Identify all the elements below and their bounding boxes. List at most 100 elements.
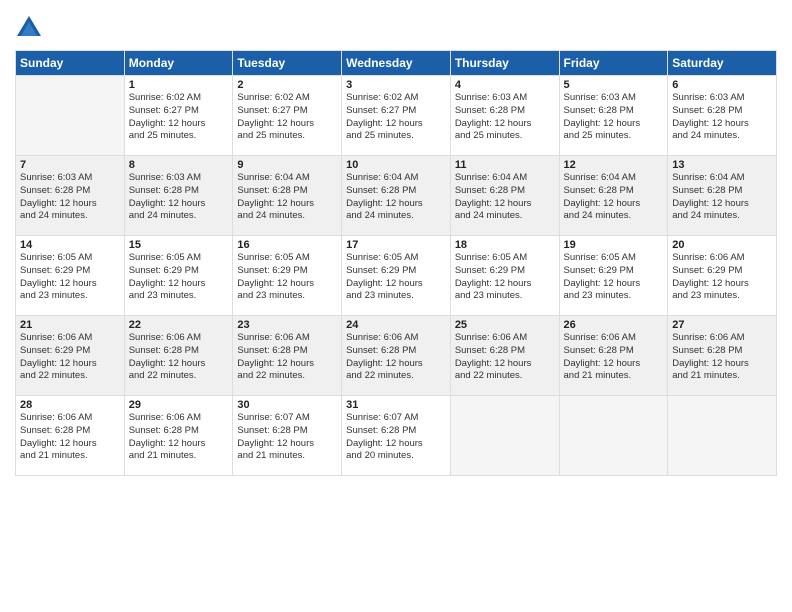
day-info: Sunrise: 6:04 AM Sunset: 6:28 PM Dayligh… — [455, 172, 555, 223]
header — [15, 10, 777, 42]
day-info: Sunrise: 6:05 AM Sunset: 6:29 PM Dayligh… — [237, 252, 337, 303]
day-number: 6 — [672, 79, 772, 91]
day-info: Sunrise: 6:06 AM Sunset: 6:28 PM Dayligh… — [20, 412, 120, 463]
weekday-saturday: Saturday — [668, 51, 777, 76]
day-number: 8 — [129, 159, 229, 171]
calendar-day-cell: 25Sunrise: 6:06 AM Sunset: 6:28 PM Dayli… — [450, 316, 559, 396]
day-number: 7 — [20, 159, 120, 171]
day-info: Sunrise: 6:06 AM Sunset: 6:29 PM Dayligh… — [672, 252, 772, 303]
day-info: Sunrise: 6:06 AM Sunset: 6:28 PM Dayligh… — [129, 412, 229, 463]
day-number: 24 — [346, 319, 446, 331]
day-info: Sunrise: 6:06 AM Sunset: 6:28 PM Dayligh… — [672, 332, 772, 383]
calendar-day-cell: 6Sunrise: 6:03 AM Sunset: 6:28 PM Daylig… — [668, 76, 777, 156]
calendar-day-cell: 2Sunrise: 6:02 AM Sunset: 6:27 PM Daylig… — [233, 76, 342, 156]
calendar-day-cell: 30Sunrise: 6:07 AM Sunset: 6:28 PM Dayli… — [233, 396, 342, 476]
calendar-week-row: 21Sunrise: 6:06 AM Sunset: 6:29 PM Dayli… — [16, 316, 777, 396]
weekday-thursday: Thursday — [450, 51, 559, 76]
day-info: Sunrise: 6:05 AM Sunset: 6:29 PM Dayligh… — [346, 252, 446, 303]
calendar-table: SundayMondayTuesdayWednesdayThursdayFrid… — [15, 50, 777, 476]
logo — [15, 14, 47, 42]
day-number: 28 — [20, 399, 120, 411]
calendar-day-cell — [668, 396, 777, 476]
day-number: 22 — [129, 319, 229, 331]
day-number: 31 — [346, 399, 446, 411]
day-number: 19 — [564, 239, 664, 251]
day-info: Sunrise: 6:03 AM Sunset: 6:28 PM Dayligh… — [455, 92, 555, 143]
day-number: 15 — [129, 239, 229, 251]
day-info: Sunrise: 6:03 AM Sunset: 6:28 PM Dayligh… — [129, 172, 229, 223]
weekday-friday: Friday — [559, 51, 668, 76]
day-info: Sunrise: 6:04 AM Sunset: 6:28 PM Dayligh… — [672, 172, 772, 223]
day-info: Sunrise: 6:07 AM Sunset: 6:28 PM Dayligh… — [237, 412, 337, 463]
day-info: Sunrise: 6:04 AM Sunset: 6:28 PM Dayligh… — [346, 172, 446, 223]
weekday-monday: Monday — [124, 51, 233, 76]
weekday-header-row: SundayMondayTuesdayWednesdayThursdayFrid… — [16, 51, 777, 76]
day-info: Sunrise: 6:06 AM Sunset: 6:28 PM Dayligh… — [455, 332, 555, 383]
day-info: Sunrise: 6:05 AM Sunset: 6:29 PM Dayligh… — [129, 252, 229, 303]
day-info: Sunrise: 6:06 AM Sunset: 6:28 PM Dayligh… — [564, 332, 664, 383]
page: SundayMondayTuesdayWednesdayThursdayFrid… — [0, 0, 792, 612]
day-info: Sunrise: 6:04 AM Sunset: 6:28 PM Dayligh… — [237, 172, 337, 223]
day-number: 13 — [672, 159, 772, 171]
day-info: Sunrise: 6:06 AM Sunset: 6:28 PM Dayligh… — [237, 332, 337, 383]
day-number: 2 — [237, 79, 337, 91]
calendar-day-cell: 23Sunrise: 6:06 AM Sunset: 6:28 PM Dayli… — [233, 316, 342, 396]
day-number: 10 — [346, 159, 446, 171]
day-number: 18 — [455, 239, 555, 251]
day-number: 27 — [672, 319, 772, 331]
day-info: Sunrise: 6:05 AM Sunset: 6:29 PM Dayligh… — [564, 252, 664, 303]
calendar-day-cell: 18Sunrise: 6:05 AM Sunset: 6:29 PM Dayli… — [450, 236, 559, 316]
day-number: 29 — [129, 399, 229, 411]
calendar-week-row: 28Sunrise: 6:06 AM Sunset: 6:28 PM Dayli… — [16, 396, 777, 476]
calendar-day-cell: 9Sunrise: 6:04 AM Sunset: 6:28 PM Daylig… — [233, 156, 342, 236]
calendar-week-row: 14Sunrise: 6:05 AM Sunset: 6:29 PM Dayli… — [16, 236, 777, 316]
calendar-day-cell: 14Sunrise: 6:05 AM Sunset: 6:29 PM Dayli… — [16, 236, 125, 316]
weekday-tuesday: Tuesday — [233, 51, 342, 76]
calendar-day-cell: 24Sunrise: 6:06 AM Sunset: 6:28 PM Dayli… — [342, 316, 451, 396]
calendar-day-cell: 13Sunrise: 6:04 AM Sunset: 6:28 PM Dayli… — [668, 156, 777, 236]
day-info: Sunrise: 6:03 AM Sunset: 6:28 PM Dayligh… — [672, 92, 772, 143]
day-number: 14 — [20, 239, 120, 251]
day-info: Sunrise: 6:02 AM Sunset: 6:27 PM Dayligh… — [129, 92, 229, 143]
calendar-day-cell: 15Sunrise: 6:05 AM Sunset: 6:29 PM Dayli… — [124, 236, 233, 316]
day-info: Sunrise: 6:06 AM Sunset: 6:28 PM Dayligh… — [346, 332, 446, 383]
day-info: Sunrise: 6:02 AM Sunset: 6:27 PM Dayligh… — [346, 92, 446, 143]
calendar-day-cell: 26Sunrise: 6:06 AM Sunset: 6:28 PM Dayli… — [559, 316, 668, 396]
calendar-day-cell: 5Sunrise: 6:03 AM Sunset: 6:28 PM Daylig… — [559, 76, 668, 156]
day-number: 17 — [346, 239, 446, 251]
calendar-day-cell: 3Sunrise: 6:02 AM Sunset: 6:27 PM Daylig… — [342, 76, 451, 156]
day-number: 30 — [237, 399, 337, 411]
calendar-week-row: 7Sunrise: 6:03 AM Sunset: 6:28 PM Daylig… — [16, 156, 777, 236]
calendar-day-cell: 1Sunrise: 6:02 AM Sunset: 6:27 PM Daylig… — [124, 76, 233, 156]
calendar-day-cell: 27Sunrise: 6:06 AM Sunset: 6:28 PM Dayli… — [668, 316, 777, 396]
calendar-day-cell: 20Sunrise: 6:06 AM Sunset: 6:29 PM Dayli… — [668, 236, 777, 316]
calendar-day-cell: 16Sunrise: 6:05 AM Sunset: 6:29 PM Dayli… — [233, 236, 342, 316]
day-info: Sunrise: 6:06 AM Sunset: 6:28 PM Dayligh… — [129, 332, 229, 383]
weekday-wednesday: Wednesday — [342, 51, 451, 76]
calendar-day-cell: 4Sunrise: 6:03 AM Sunset: 6:28 PM Daylig… — [450, 76, 559, 156]
calendar-week-row: 1Sunrise: 6:02 AM Sunset: 6:27 PM Daylig… — [16, 76, 777, 156]
calendar-day-cell: 21Sunrise: 6:06 AM Sunset: 6:29 PM Dayli… — [16, 316, 125, 396]
day-info: Sunrise: 6:06 AM Sunset: 6:29 PM Dayligh… — [20, 332, 120, 383]
day-number: 4 — [455, 79, 555, 91]
day-number: 20 — [672, 239, 772, 251]
day-info: Sunrise: 6:05 AM Sunset: 6:29 PM Dayligh… — [455, 252, 555, 303]
day-number: 12 — [564, 159, 664, 171]
calendar-day-cell: 11Sunrise: 6:04 AM Sunset: 6:28 PM Dayli… — [450, 156, 559, 236]
day-info: Sunrise: 6:05 AM Sunset: 6:29 PM Dayligh… — [20, 252, 120, 303]
calendar-day-cell: 17Sunrise: 6:05 AM Sunset: 6:29 PM Dayli… — [342, 236, 451, 316]
weekday-sunday: Sunday — [16, 51, 125, 76]
day-info: Sunrise: 6:02 AM Sunset: 6:27 PM Dayligh… — [237, 92, 337, 143]
calendar-day-cell — [16, 76, 125, 156]
calendar-day-cell: 7Sunrise: 6:03 AM Sunset: 6:28 PM Daylig… — [16, 156, 125, 236]
day-number: 3 — [346, 79, 446, 91]
day-number: 16 — [237, 239, 337, 251]
day-number: 5 — [564, 79, 664, 91]
day-info: Sunrise: 6:03 AM Sunset: 6:28 PM Dayligh… — [20, 172, 120, 223]
calendar-day-cell: 10Sunrise: 6:04 AM Sunset: 6:28 PM Dayli… — [342, 156, 451, 236]
calendar-day-cell — [559, 396, 668, 476]
calendar-day-cell: 22Sunrise: 6:06 AM Sunset: 6:28 PM Dayli… — [124, 316, 233, 396]
day-number: 23 — [237, 319, 337, 331]
calendar-day-cell: 31Sunrise: 6:07 AM Sunset: 6:28 PM Dayli… — [342, 396, 451, 476]
day-number: 21 — [20, 319, 120, 331]
